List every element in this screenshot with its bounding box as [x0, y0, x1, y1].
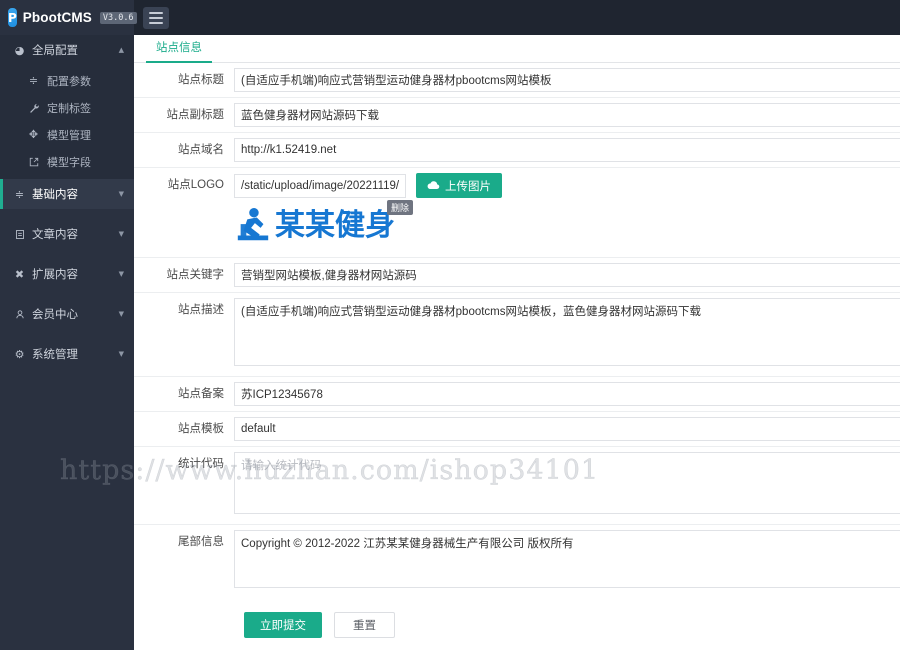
form-row-site-subtitle: 站点副标题	[134, 98, 900, 133]
site-domain-input[interactable]	[234, 138, 900, 162]
sidebar-group-member-center[interactable]: 会员中心 ▼	[0, 299, 134, 329]
form-row-site-template: 站点模板	[134, 412, 900, 447]
site-description-textarea[interactable]	[234, 298, 900, 366]
chevron-down-icon: ▼	[118, 270, 124, 278]
site-icp-input[interactable]	[234, 382, 900, 406]
site-statistics-textarea[interactable]	[234, 452, 900, 514]
chevron-down-icon: ▼	[118, 310, 124, 318]
form-row-site-title: 站点标题	[134, 63, 900, 98]
site-keywords-input[interactable]	[234, 263, 900, 287]
pbootcms-logo-icon: P	[8, 8, 17, 27]
sidebar-group-label: 会员中心	[32, 309, 78, 321]
brand-block[interactable]: P PbootCMS V3.0.6	[0, 0, 137, 35]
site-template-input[interactable]	[234, 417, 900, 441]
chevron-down-icon: ▼	[118, 350, 124, 358]
form-action-bar: 立即提交 重置	[134, 598, 900, 648]
sidebar-subnav-global-config: ≑ 配置参数 定制标签 ✥ 模型管理 模型字段	[0, 65, 134, 179]
gear-icon: ✥	[28, 128, 39, 141]
chevron-down-icon: ▼	[118, 230, 124, 238]
app-window: P PbootCMS V3.0.6 ◕ 全局配置 ▲ ≑ 配置参数 定制标签 ✥…	[0, 0, 900, 650]
site-footer-textarea[interactable]	[234, 530, 900, 588]
upload-image-button[interactable]: 上传图片	[416, 173, 502, 198]
logo-preview-text: 某某健身	[275, 208, 395, 243]
reset-button[interactable]: 重置	[334, 612, 395, 638]
form-row-site-description: 站点描述	[134, 293, 900, 377]
sidebar-item-custom-tags[interactable]: 定制标签	[0, 94, 134, 121]
site-description-label: 站点描述	[178, 304, 224, 316]
site-keywords-label: 站点关键字	[166, 269, 225, 281]
sliders-icon: ≑	[28, 74, 39, 87]
form-row-site-footer: 尾部信息	[134, 525, 900, 598]
sidebar-group-label: 基础内容	[32, 189, 78, 201]
logo-input-line: 上传图片	[234, 173, 900, 198]
version-badge: V3.0.6	[99, 11, 137, 24]
sidebar-item-model-manage[interactable]: ✥ 模型管理	[0, 121, 134, 148]
sidebar-group-label: 扩展内容	[32, 269, 78, 281]
site-title-input[interactable]	[234, 68, 900, 92]
sidebar: ◕ 全局配置 ▲ ≑ 配置参数 定制标签 ✥ 模型管理 模型字段 ≑ 基础内容 …	[0, 35, 134, 650]
chevron-down-icon: ▼	[118, 190, 124, 198]
form-row-site-icp: 站点备案	[134, 377, 900, 412]
gear-icon: ⚙	[14, 347, 25, 361]
sidebar-group-label: 全局配置	[32, 45, 78, 57]
submit-button[interactable]: 立即提交	[244, 612, 322, 638]
sidebar-group-article-content[interactable]: 文章内容 ▼	[0, 219, 134, 249]
chevron-up-icon: ▲	[118, 46, 124, 54]
delete-logo-badge[interactable]: 删除	[386, 200, 413, 215]
sidebar-group-extended-content[interactable]: ✖ 扩展内容 ▼	[0, 259, 134, 289]
tab-site-info[interactable]: 站点信息	[146, 35, 212, 63]
sidebar-item-label: 配置参数	[47, 75, 91, 88]
sidebar-item-model-fields[interactable]: 模型字段	[0, 148, 134, 175]
sliders-icon: ≑	[14, 187, 25, 201]
sidebar-group-label: 系统管理	[32, 349, 78, 361]
puzzle-icon: ✖	[14, 267, 25, 281]
site-logo-path-input[interactable]	[234, 173, 406, 198]
upload-image-label: 上传图片	[445, 180, 491, 193]
site-icp-label: 站点备案	[178, 388, 224, 400]
form-row-site-domain: 站点域名	[134, 133, 900, 168]
form-row-site-keywords: 站点关键字	[134, 257, 900, 293]
site-logo-label: 站点LOGO	[167, 179, 224, 191]
fitness-figure-icon	[237, 207, 269, 241]
sidebar-group-system-manage[interactable]: ⚙ 系统管理 ▼	[0, 339, 134, 369]
logo-preview: 某某健身 删除	[234, 198, 413, 252]
site-subtitle-label: 站点副标题	[166, 109, 225, 121]
sidebar-group-basic-content[interactable]: ≑ 基础内容 ▼	[0, 179, 134, 209]
brand-name: PbootCMS	[22, 10, 92, 25]
tab-bar: 站点信息	[134, 35, 900, 63]
globe-icon: ◕	[14, 43, 25, 57]
form-row-site-statistics: 统计代码	[134, 447, 900, 525]
hamburger-menu-icon[interactable]	[143, 6, 169, 29]
site-subtitle-input[interactable]	[234, 103, 900, 127]
external-link-icon	[26, 157, 41, 167]
file-icon	[12, 229, 27, 240]
wrench-icon	[26, 103, 41, 113]
site-domain-label: 站点域名	[178, 144, 224, 156]
top-bar: P PbootCMS V3.0.6	[0, 0, 900, 35]
user-icon	[12, 309, 27, 320]
site-info-form: 站点标题 站点副标题 站点域名 站点LOGO	[134, 63, 900, 648]
sidebar-item-label: 模型管理	[47, 129, 91, 142]
logo-artwork: 某某健身	[234, 206, 395, 246]
sidebar-item-label: 模型字段	[47, 156, 91, 169]
site-template-label: 站点模板	[178, 423, 224, 435]
cloud-upload-icon	[427, 180, 440, 191]
site-statistics-label: 统计代码	[178, 458, 224, 470]
site-title-label: 站点标题	[178, 74, 224, 86]
sidebar-group-label: 文章内容	[32, 229, 78, 241]
sidebar-item-config-params[interactable]: ≑ 配置参数	[0, 67, 134, 94]
sidebar-item-label: 定制标签	[47, 102, 91, 115]
form-row-site-logo: 站点LOGO 上传图片	[134, 168, 900, 257]
sidebar-group-global-config[interactable]: ◕ 全局配置 ▲	[0, 35, 134, 65]
site-footer-label: 尾部信息	[178, 536, 224, 548]
content-area: 站点信息 站点标题 站点副标题 站点域名	[134, 35, 900, 650]
